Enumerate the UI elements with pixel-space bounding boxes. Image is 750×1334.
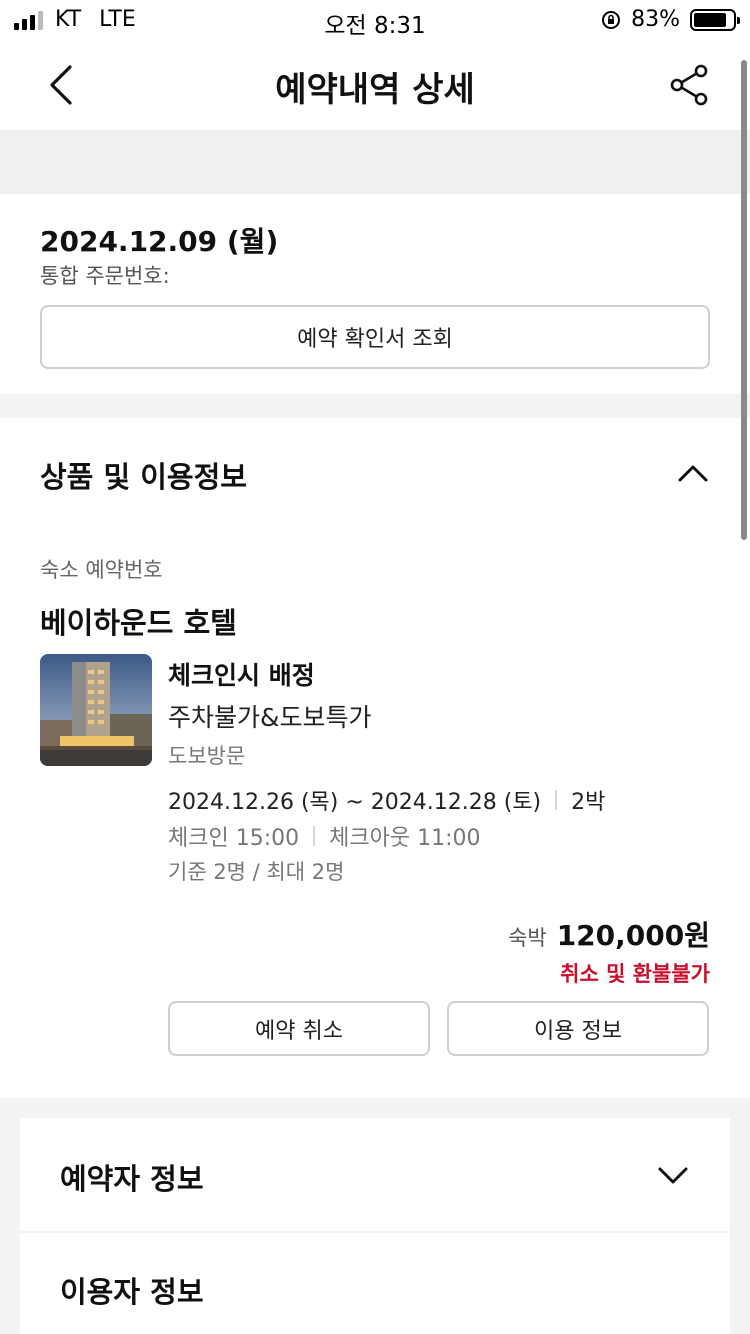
page-title: 예약내역 상세 bbox=[275, 70, 475, 110]
usage-info-button[interactable]: 이용 정보 bbox=[447, 1001, 709, 1056]
price-label: 숙박 bbox=[508, 926, 547, 950]
section-title: 상품 및 이용정보 bbox=[40, 460, 247, 494]
rotation-lock-icon bbox=[602, 10, 621, 29]
chevron-up-icon[interactable] bbox=[676, 456, 710, 490]
checkout-time: 체크아웃 11:00 bbox=[329, 826, 481, 851]
order-summary: 2024.12.09 (월) 통합 주문번호: 예약 확인서 조회 bbox=[0, 194, 750, 394]
order-number-label: 통합 주문번호: bbox=[40, 264, 170, 288]
hotel-name[interactable]: 베이하운드 호텔 bbox=[40, 600, 237, 642]
check-times: 체크인 15:00 체크아웃 11:00 bbox=[168, 820, 480, 852]
status-right: 83% bbox=[601, 7, 740, 32]
user-info-title: 이용자 정보 bbox=[60, 1275, 204, 1309]
order-date: 2024.12.09 (월) bbox=[40, 225, 279, 258]
price-row: 숙박 120,000원 bbox=[508, 914, 710, 954]
divider bbox=[313, 826, 316, 846]
reservation-number-label: 숙소 예약번호 bbox=[40, 558, 163, 582]
section-divider bbox=[0, 394, 750, 418]
user-info-section[interactable]: 이용자 정보 bbox=[20, 1233, 730, 1334]
visit-type: 도보방문 bbox=[168, 744, 246, 768]
reservation-confirmation-button[interactable]: 예약 확인서 조회 bbox=[40, 305, 710, 369]
date-range: 2024.12.26 (목) ~ 2024.12.28 (토) bbox=[168, 790, 542, 815]
cancel-reservation-button[interactable]: 예약 취소 bbox=[168, 1001, 430, 1056]
app-header: 예약내역 상세 bbox=[0, 40, 750, 130]
booker-info-section[interactable]: 예약자 정보 bbox=[20, 1118, 730, 1231]
battery-icon bbox=[690, 8, 740, 31]
status-bar: KT LTE 오전 8:31 83% bbox=[0, 0, 750, 40]
hotel-thumbnail[interactable] bbox=[40, 654, 152, 766]
banner-placeholder bbox=[0, 130, 750, 194]
booker-info-title: 예약자 정보 bbox=[60, 1162, 204, 1196]
chevron-down-icon[interactable] bbox=[656, 1158, 690, 1192]
share-icon bbox=[670, 64, 708, 106]
checkin-time: 체크인 15:00 bbox=[168, 826, 300, 851]
price-value: 120,000원 bbox=[556, 919, 710, 952]
battery-percent: 83% bbox=[631, 7, 680, 32]
nights: 2박 bbox=[571, 790, 606, 815]
guest-capacity: 기준 2명 / 최대 2명 bbox=[168, 860, 345, 884]
product-info-section: 상품 및 이용정보 숙소 예약번호 베이하운드 호텔 체크인시 배정 주차불가&… bbox=[0, 418, 750, 1098]
share-button[interactable] bbox=[664, 60, 714, 110]
scrollbar[interactable] bbox=[741, 60, 747, 540]
divider bbox=[555, 790, 558, 810]
stay-dates: 2024.12.26 (목) ~ 2024.12.28 (토) 2박 bbox=[168, 784, 605, 816]
hotel-image bbox=[40, 654, 152, 766]
refund-policy: 취소 및 환불불가 bbox=[560, 962, 710, 986]
room-name: 체크인시 배정 bbox=[168, 661, 315, 690]
plan-name: 주차불가&도보특가 bbox=[168, 703, 372, 732]
